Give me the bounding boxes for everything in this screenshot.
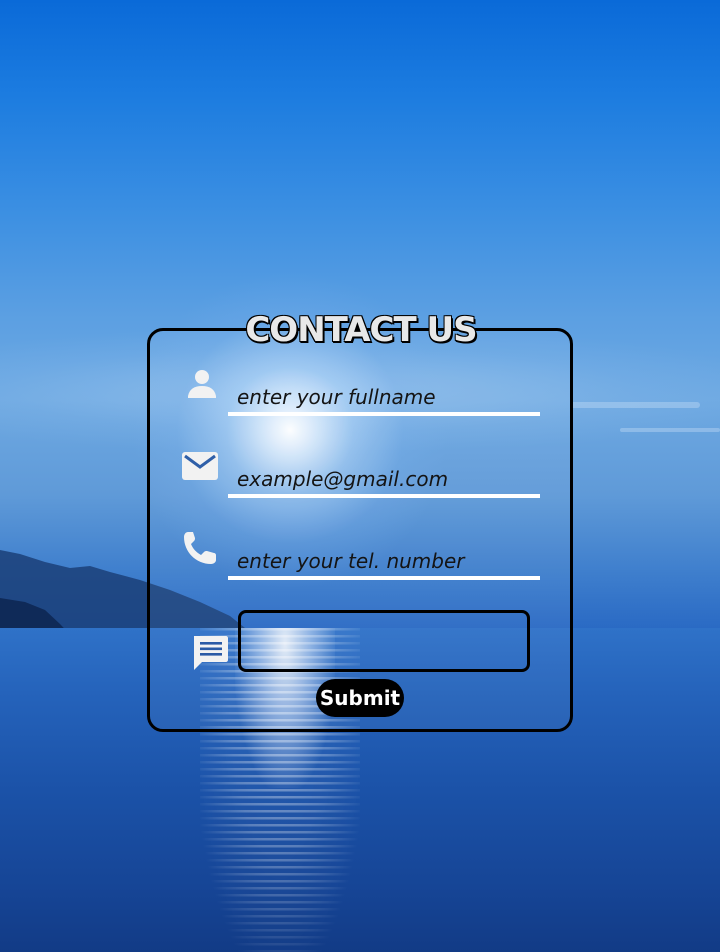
phone-icon	[184, 532, 216, 564]
phone-placeholder: enter your tel. number	[237, 549, 465, 573]
fullname-input[interactable]: enter your fullname	[228, 376, 540, 416]
email-placeholder: example@gmail.com	[237, 467, 449, 491]
cloud-streak	[620, 428, 720, 432]
fullname-placeholder: enter your fullname	[237, 385, 436, 409]
person-icon	[188, 370, 216, 398]
mail-icon	[182, 452, 218, 480]
form-title: CONTACT US	[245, 310, 477, 350]
message-textarea[interactable]	[238, 610, 530, 672]
email-input[interactable]: example@gmail.com	[228, 458, 540, 498]
cloud-streak	[570, 402, 700, 408]
chat-message-icon	[194, 636, 228, 670]
phone-input[interactable]: enter your tel. number	[228, 540, 540, 580]
submit-button[interactable]: Submit	[316, 679, 404, 717]
